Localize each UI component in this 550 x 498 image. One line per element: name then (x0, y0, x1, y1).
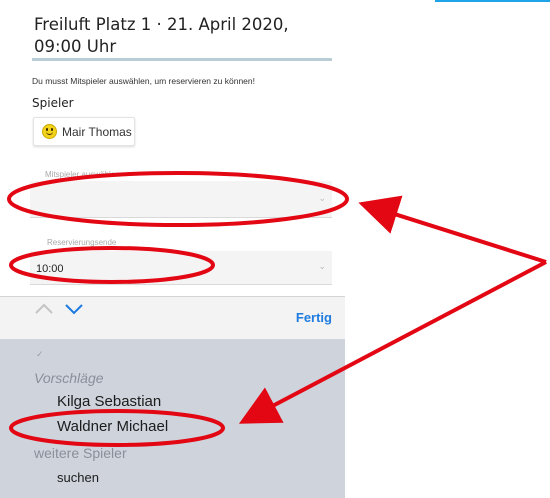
chevron-down-icon: ⌄ (318, 261, 326, 271)
chevron-down-icon[interactable] (64, 302, 84, 316)
title-line-2: 09:00 Uhr (34, 37, 117, 56)
reservation-end-value: 10:00 (36, 263, 64, 275)
search-option[interactable]: suchen (57, 470, 99, 485)
player-select-field[interactable]: ⌄ (30, 181, 332, 218)
picker-option[interactable]: Waldner Michael (57, 418, 168, 435)
checkmark-icon: ✓ (36, 349, 44, 359)
annotation-arrow (358, 195, 547, 264)
picker-option[interactable]: Kilga Sebastian (57, 393, 161, 410)
chevron-up-icon[interactable] (34, 302, 54, 316)
page-title: Freiluft Platz 1 · 21. April 2020, 09:00… (34, 14, 334, 58)
player-select-label: Mitspieler auswählen (45, 170, 120, 179)
chevron-down-icon: ⌄ (318, 193, 326, 203)
player-picker: ✓ Vorschläge Kilga Sebastian Waldner Mic… (0, 339, 345, 498)
suggestions-heading: Vorschläge (34, 370, 104, 386)
more-players-heading: weitere Spieler (34, 445, 127, 461)
done-button[interactable]: Fertig (296, 310, 332, 325)
top-accent-bar (435, 0, 550, 2)
selection-hint: Du musst Mitspieler auswählen, um reserv… (32, 76, 255, 86)
phone-screen: Freiluft Platz 1 · 21. April 2020, 09:00… (0, 0, 345, 498)
smiley-icon (42, 124, 57, 139)
reservation-end-label: Reservierungsende (47, 238, 117, 247)
players-label: Spieler (32, 96, 74, 110)
reservation-end-field[interactable]: 10:00 ⌄ (30, 251, 332, 285)
input-accessory-toolbar: Fertig (0, 297, 345, 339)
title-divider (32, 58, 332, 61)
player-chip-name: Mair Thomas (62, 125, 132, 139)
player-chip[interactable]: Mair Thomas (33, 117, 135, 146)
title-line-1: Freiluft Platz 1 · 21. April 2020, (34, 15, 289, 34)
